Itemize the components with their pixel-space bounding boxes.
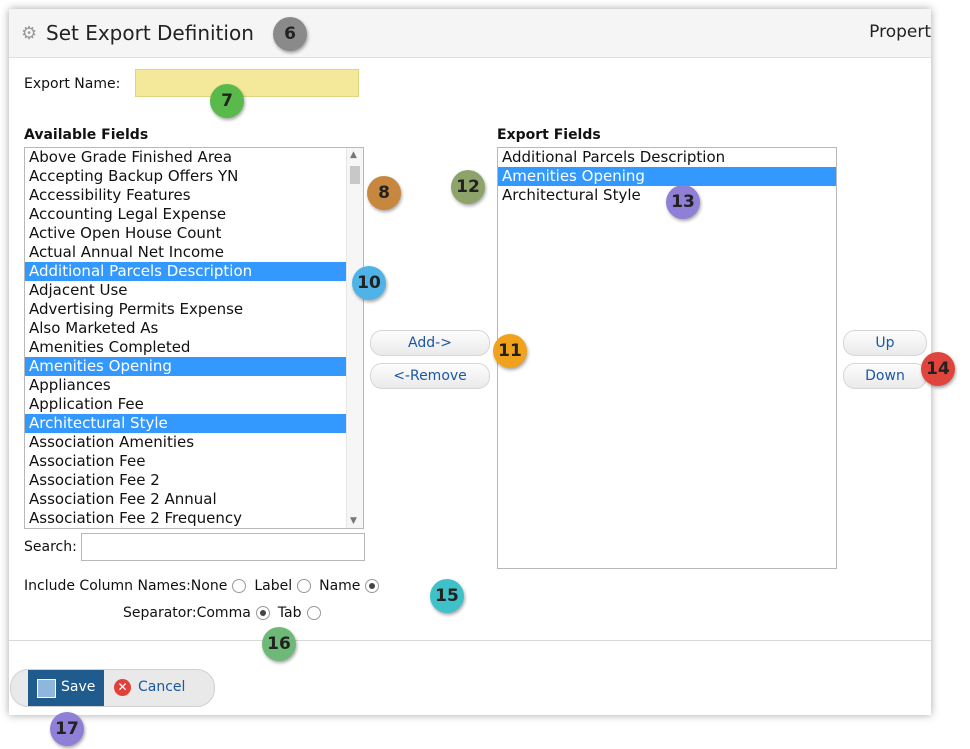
- option-label-label: Label: [254, 578, 293, 594]
- export-definition-dialog: ⚙ Set Export Definition Propert Export N…: [9, 9, 931, 715]
- list-item[interactable]: Actual Annual Net Income: [25, 243, 363, 262]
- callout-marker: 13: [666, 185, 700, 219]
- available-fields-list[interactable]: Above Grade Finished Area Accepting Backu…: [24, 147, 364, 529]
- option-name-label: Name: [319, 578, 361, 594]
- scroll-up-icon[interactable]: ▲: [350, 150, 357, 160]
- export-fields-list[interactable]: Additional Parcels Description Amenities …: [497, 147, 837, 569]
- list-item[interactable]: Appliances: [25, 376, 363, 395]
- separator-row: Separator:Comma Tab: [123, 605, 329, 621]
- radio-comma[interactable]: [255, 606, 270, 620]
- gear-icon: ⚙: [21, 23, 38, 44]
- cancel-label: Cancel: [138, 679, 186, 695]
- available-fields-heading: Available Fields: [24, 127, 149, 143]
- add-button[interactable]: Add->: [370, 330, 490, 356]
- radio-label[interactable]: [297, 579, 312, 593]
- remove-button[interactable]: <-Remove: [370, 363, 490, 389]
- list-item[interactable]: Active Open House Count: [25, 224, 363, 243]
- list-item[interactable]: Association Fee 2: [25, 471, 363, 490]
- radio-none[interactable]: [232, 579, 247, 593]
- list-item[interactable]: Amenities Completed: [25, 338, 363, 357]
- list-item[interactable]: Also Marketed As: [25, 319, 363, 338]
- callout-marker: 16: [262, 627, 296, 661]
- available-fields-scrollbar[interactable]: ▲ ▼: [346, 148, 363, 528]
- include-column-names-label: Include Column Names:: [24, 578, 191, 594]
- separator-label: Separator:: [123, 605, 197, 621]
- cancel-icon: ✕: [114, 679, 131, 696]
- list-item[interactable]: Adjacent Use: [25, 281, 363, 300]
- list-item[interactable]: Accounting Legal Expense: [25, 205, 363, 224]
- save-button[interactable]: Save: [28, 670, 104, 706]
- list-item[interactable]: Association Fee 2 Annual: [25, 490, 363, 509]
- list-item[interactable]: Additional Parcels Description: [498, 148, 836, 167]
- list-item[interactable]: Amenities Opening: [25, 357, 363, 376]
- list-item[interactable]: Above Grade Finished Area: [25, 148, 363, 167]
- option-none-label: None: [190, 578, 228, 594]
- list-item[interactable]: Architectural Style: [25, 414, 363, 433]
- list-item[interactable]: Association Amenities: [25, 433, 363, 452]
- list-item[interactable]: Accepting Backup Offers YN: [25, 167, 363, 186]
- export-name-label: Export Name:: [24, 76, 121, 92]
- up-button[interactable]: Up: [843, 330, 927, 356]
- search-input[interactable]: [81, 533, 365, 561]
- scroll-down-icon[interactable]: ▼: [350, 516, 357, 526]
- callout-marker: 10: [352, 266, 386, 300]
- callout-marker: 7: [210, 84, 244, 118]
- callout-marker: 12: [451, 170, 485, 204]
- callout-marker: 17: [50, 712, 84, 746]
- callout-marker: 15: [430, 579, 464, 613]
- callout-marker: 6: [273, 17, 307, 51]
- list-item[interactable]: Association Fee 2 Frequency: [25, 509, 363, 528]
- list-item[interactable]: Additional Parcels Description: [25, 262, 363, 281]
- include-column-names-row: Include Column Names:None Label Name: [24, 578, 387, 594]
- export-fields-heading: Export Fields: [497, 127, 601, 143]
- radio-tab[interactable]: [306, 606, 321, 620]
- header-right-text: Propert: [869, 22, 931, 42]
- option-comma-label: Comma: [196, 605, 251, 621]
- export-name-input[interactable]: [135, 69, 359, 97]
- list-item[interactable]: Application Fee: [25, 395, 363, 414]
- footer-divider: [9, 640, 931, 641]
- floppy-disk-icon: [37, 679, 56, 698]
- dialog-title: Set Export Definition: [46, 21, 254, 45]
- option-tab-label: Tab: [277, 605, 302, 621]
- callout-marker: 8: [367, 176, 401, 210]
- list-item[interactable]: Association Fee: [25, 452, 363, 471]
- callout-marker: 11: [493, 334, 527, 368]
- down-button[interactable]: Down: [843, 363, 927, 389]
- dialog-header: ⚙ Set Export Definition Propert: [9, 9, 931, 58]
- list-item[interactable]: Amenities Opening: [498, 167, 836, 186]
- action-bar: Save ✕ Cancel: [10, 669, 215, 707]
- save-label: Save: [61, 679, 96, 695]
- search-label: Search:: [24, 539, 77, 555]
- callout-marker: 14: [921, 352, 955, 386]
- radio-name[interactable]: [365, 579, 380, 593]
- list-item[interactable]: Advertising Permits Expense: [25, 300, 363, 319]
- list-item[interactable]: Accessibility Features: [25, 186, 363, 205]
- scroll-thumb[interactable]: [350, 166, 360, 184]
